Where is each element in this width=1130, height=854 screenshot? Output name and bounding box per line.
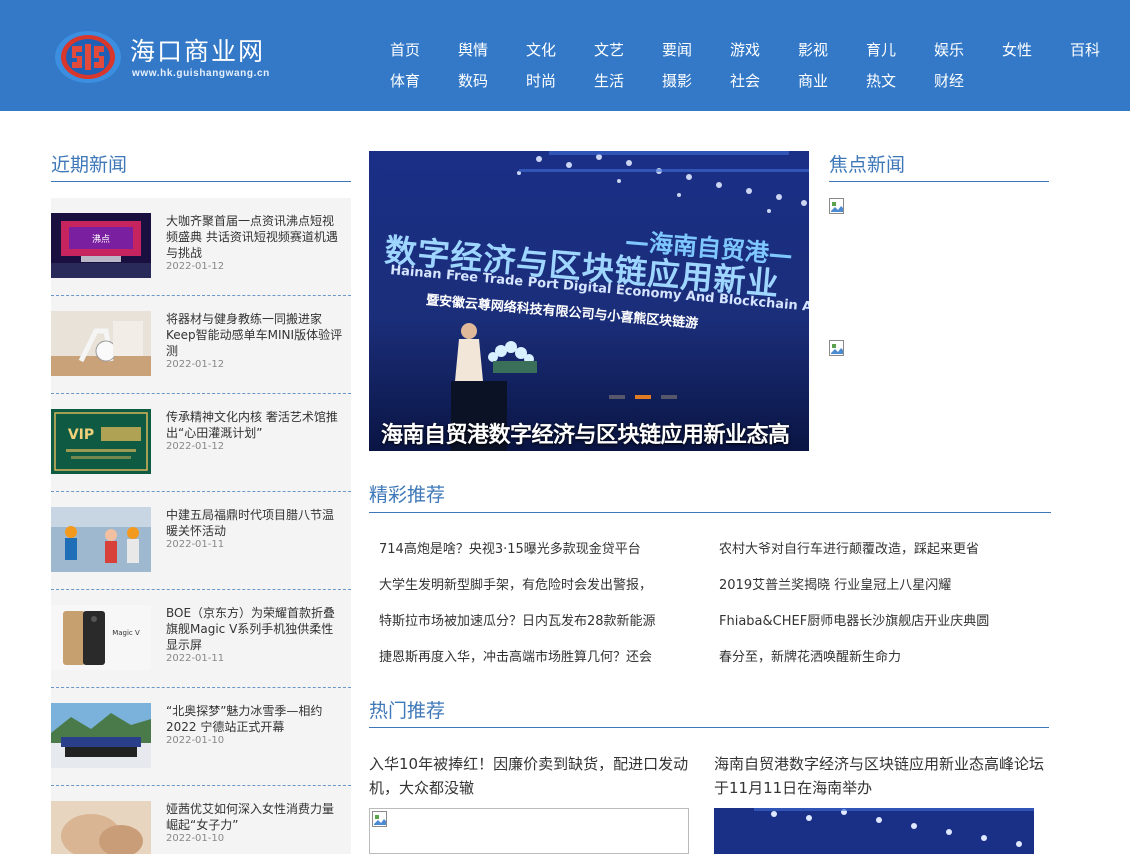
nav-link[interactable]: 数码	[458, 70, 488, 91]
nav-link[interactable]: 文艺	[594, 39, 624, 60]
broken-image-icon[interactable]	[829, 340, 845, 356]
recommend-heading: 精彩推荐	[369, 484, 446, 506]
news-date: 2022-01-12	[166, 359, 225, 370]
list-item[interactable]: “北奥探梦”魅力冰雪季—相约2022 宁德站正式开幕 2022-01-10	[51, 688, 351, 786]
logo-url: www.hk.guishangwang.cn	[132, 68, 270, 79]
nav-link[interactable]: 百科	[1070, 39, 1100, 60]
nav-link[interactable]: 影视	[798, 39, 828, 60]
logo-emblem-icon	[55, 31, 121, 83]
hot-article-title[interactable]: 海南自贸港数字经济与区块链应用新业态高峰论坛于11月11日在海南举办	[714, 752, 1044, 800]
news-date: 2022-01-10	[166, 735, 225, 746]
news-thumbnail[interactable]	[51, 311, 151, 376]
recommend-link[interactable]: 特斯拉市场被加速瓜分？日内瓦发布28款新能源	[379, 610, 656, 629]
featured-slider[interactable]: —海南自贸港— 数字经济与区块链应用新业 Hainan Free Trade P…	[369, 151, 809, 451]
news-date: 2022-01-12	[166, 261, 225, 272]
slider-dot[interactable]	[609, 395, 625, 399]
recent-news-divider	[51, 181, 351, 182]
nav-link[interactable]: 文化	[526, 39, 556, 60]
site-header: 海口商业网 www.hk.guishangwang.cn 首页 舆情 文化 文艺 要闻 游…	[0, 0, 1130, 111]
nav-link[interactable]: 舆情	[458, 39, 488, 60]
hot-article-image[interactable]	[714, 808, 1034, 854]
broken-image-icon	[372, 811, 387, 827]
list-item[interactable]: 将器材与健身教练一同搬进家 Keep智能动感单车MINI版体验评测 2022-0…	[51, 296, 351, 394]
broken-image-icon[interactable]	[829, 198, 845, 214]
recommend-link[interactable]: 2019艾普兰奖揭晓 行业皇冠上八星闪耀	[719, 574, 951, 593]
recommend-link[interactable]: Fhiaba&CHEF厨师电器长沙旗舰店开业庆典圆	[719, 610, 989, 629]
logo-title: 海口商业网	[130, 37, 266, 66]
list-item[interactable]: 沸点 大咖齐聚首届一点资讯沸点短视频盛典 共话资讯短视频赛道机遇与挑战 2022…	[51, 198, 351, 296]
news-title[interactable]: 娅茜优艾如何深入女性消费力量 崛起“女子力”	[166, 801, 344, 833]
list-item[interactable]: VIP 传承精神文化内核 奢活艺术馆推出“心田灌溉计划” 2022-01-12	[51, 394, 351, 492]
nav-link[interactable]: 娱乐	[934, 39, 964, 60]
news-thumbnail[interactable]: 沸点	[51, 213, 151, 278]
nav-link[interactable]: 游戏	[730, 39, 760, 60]
list-item[interactable]: Magic V BOE（京东方）为荣耀首款折叠旗舰Magic V系列手机独供柔性…	[51, 590, 351, 688]
hot-divider	[369, 727, 1049, 728]
focus-news-heading: 焦点新闻	[829, 154, 906, 176]
news-title[interactable]: 中建五局福鼎时代项目腊八节温暖关怀活动	[166, 507, 344, 539]
slider-dot[interactable]	[661, 395, 677, 399]
slider-caption[interactable]: 海南自贸港数字经济与区块链应用新业态高	[381, 417, 790, 449]
hot-article-image[interactable]	[369, 808, 689, 854]
list-item[interactable]: 中建五局福鼎时代项目腊八节温暖关怀活动 2022-01-11	[51, 492, 351, 590]
nav-link[interactable]: 要闻	[662, 39, 692, 60]
nav-link[interactable]: 社会	[730, 70, 760, 91]
nav-link[interactable]: 时尚	[526, 70, 556, 91]
recommend-divider	[369, 512, 1051, 513]
news-title[interactable]: “北奥探梦”魅力冰雪季—相约2022 宁德站正式开幕	[166, 703, 344, 735]
news-thumbnail[interactable]: VIP	[51, 409, 151, 474]
nav-link[interactable]: 育儿	[866, 39, 896, 60]
svg-text:Magic V: Magic V	[112, 629, 140, 637]
focus-news-divider	[829, 181, 1049, 182]
news-date: 2022-01-11	[166, 653, 225, 664]
nav-link[interactable]: 生活	[594, 70, 624, 91]
recommend-link[interactable]: 大学生发明新型脚手架，有危险时会发出警报，	[379, 574, 652, 593]
nav-link[interactable]: 摄影	[662, 70, 692, 91]
recommend-link[interactable]: 农村大爷对自行车进行颠覆改造，踩起来更省	[719, 538, 979, 557]
nav-link[interactable]: 首页	[390, 39, 420, 60]
slider-dot-active[interactable]	[635, 395, 651, 399]
news-title[interactable]: 大咖齐聚首届一点资讯沸点短视频盛典 共话资讯短视频赛道机遇与挑战	[166, 213, 344, 261]
news-thumbnail[interactable]	[51, 703, 151, 768]
news-date: 2022-01-10	[166, 833, 225, 844]
nav-link[interactable]: 热文	[866, 70, 896, 91]
hot-article-title[interactable]: 入华10年被捧红！因廉价卖到缺货，配进口发动机，大众都没辙	[369, 752, 699, 800]
site-logo[interactable]: 海口商业网 www.hk.guishangwang.cn	[54, 30, 304, 84]
nav-link[interactable]: 商业	[798, 70, 828, 91]
news-title[interactable]: 传承精神文化内核 奢活艺术馆推出“心田灌溉计划”	[166, 409, 344, 441]
svg-text:VIP: VIP	[68, 427, 94, 443]
hot-heading: 热门推荐	[369, 700, 446, 722]
news-title[interactable]: BOE（京东方）为荣耀首款折叠旗舰Magic V系列手机独供柔性显示屏	[166, 605, 344, 653]
recommend-link[interactable]: 714高炮是啥？央视3·15曝光多款现金贷平台	[379, 538, 641, 557]
news-thumbnail[interactable]	[51, 507, 151, 572]
news-thumbnail[interactable]: Magic V	[51, 605, 151, 670]
news-date: 2022-01-12	[166, 441, 225, 452]
recent-news-heading: 近期新闻	[51, 154, 128, 176]
nav-link[interactable]: 女性	[1002, 39, 1032, 60]
svg-text:沸点: 沸点	[92, 233, 110, 245]
recommend-link[interactable]: 捷恩斯再度入华，冲击高端市场胜算几何？还会	[379, 646, 652, 665]
nav-link[interactable]: 财经	[934, 70, 964, 91]
list-item[interactable]: 娅茜优艾如何深入女性消费力量 崛起“女子力” 2022-01-10	[51, 786, 351, 854]
news-thumbnail[interactable]	[51, 801, 151, 854]
news-title[interactable]: 将器材与健身教练一同搬进家 Keep智能动感单车MINI版体验评测	[166, 311, 344, 359]
nav-link[interactable]: 体育	[390, 70, 420, 91]
news-date: 2022-01-11	[166, 539, 225, 550]
recommend-link[interactable]: 春分至，新牌花洒唤醒新生命力	[719, 646, 901, 665]
